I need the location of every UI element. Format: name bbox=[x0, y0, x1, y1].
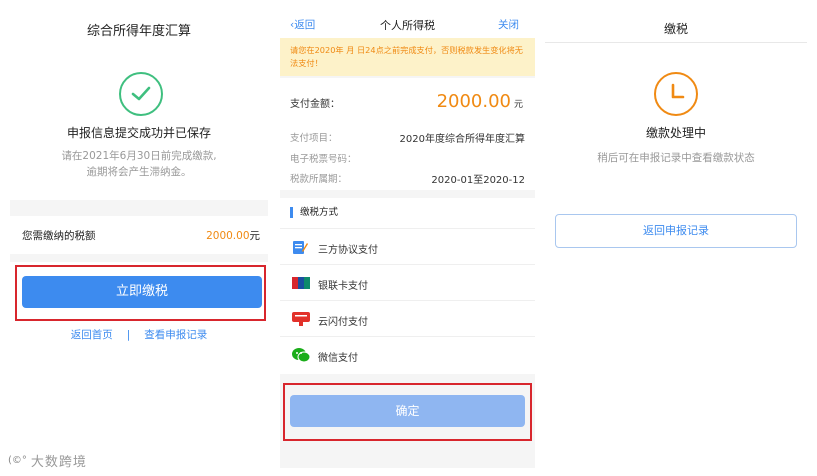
payment-screen: ‹返回 个人所得税 关闭 请您在2020年 月 日24点之前完成支付，否则税款发… bbox=[280, 0, 535, 468]
method-label: 微信支付 bbox=[318, 353, 358, 364]
status-text: 缴款处理中 bbox=[645, 126, 706, 140]
tax-amount-unit: 元 bbox=[249, 230, 261, 242]
payment-deadline-hint: 请在2021年6月30日前完成缴款, 逾期将会产生滞纳金。 bbox=[10, 148, 268, 180]
submit-success-screen: 综合所得年度汇算 申报信息提交成功并已保存 请在2021年6月30日前完成缴款,… bbox=[10, 0, 268, 468]
info-key: 电子税票号码： bbox=[290, 154, 357, 165]
nav-bar: ‹返回 个人所得税 关闭 bbox=[280, 0, 535, 40]
info-row: 电子税票号码： bbox=[290, 151, 525, 165]
info-value: 2020年度综合所得年度汇算 bbox=[399, 134, 525, 145]
success-check-icon bbox=[119, 72, 163, 116]
payment-processing-screen: 缴税 缴款处理中 稍后可在申报记录中查看缴款状态 返回申报记录 bbox=[545, 0, 807, 468]
quickpass-icon bbox=[292, 311, 310, 327]
page-title: 综合所得年度汇算 bbox=[86, 24, 191, 39]
info-key: 支付项目： bbox=[290, 133, 338, 144]
tax-amount-value: 2000.00 bbox=[206, 230, 250, 242]
tax-due-row: 您需缴纳的税额 2000.00元 bbox=[10, 216, 268, 254]
watermark: (©° 大数跨境 bbox=[8, 450, 87, 470]
info-row: 支付项目： 2020年度综合所得年度汇算 bbox=[290, 130, 525, 145]
method-label: 三方协议支付 bbox=[318, 245, 378, 256]
hint-line: 逾期将会产生滞纳金。 bbox=[86, 166, 192, 178]
nav-title: 个人所得税 bbox=[380, 19, 435, 32]
payment-amount-unit: 元 bbox=[513, 100, 523, 110]
view-records-link[interactable]: 查看申报记录 bbox=[144, 329, 207, 341]
tax-due-amount: 2000.00元 bbox=[206, 228, 260, 243]
back-to-records-button[interactable]: 返回申报记录 bbox=[555, 214, 797, 248]
payment-info: 支付项目： 2020年度综合所得年度汇算 电子税票号码： 税款所属期： 2020… bbox=[280, 124, 535, 190]
payment-methods: 缴税方式 三方协议支付 银联卡支付 云闪付支付 微信支付 bbox=[280, 198, 535, 374]
method-agreement[interactable]: 三方协议支付 bbox=[280, 228, 535, 264]
method-label: 银联卡支付 bbox=[318, 281, 368, 292]
highlight-box bbox=[283, 383, 532, 441]
payment-amount-row: 支付金额： 2000.00 元 bbox=[280, 78, 535, 124]
success-message: 申报信息提交成功并已保存 bbox=[66, 126, 211, 140]
return-home-link[interactable]: 返回首页 bbox=[71, 329, 113, 341]
divider bbox=[545, 42, 807, 43]
tax-due-label: 您需缴纳的税额 bbox=[22, 230, 96, 242]
agreement-icon bbox=[292, 239, 308, 255]
watermark-logo-icon: (©° bbox=[8, 454, 27, 466]
close-button[interactable]: 关闭 bbox=[498, 17, 519, 32]
link-separator: | bbox=[126, 329, 131, 341]
info-value: 2020-01至2020-12 bbox=[431, 175, 525, 186]
payment-amount-label: 支付金额： bbox=[290, 99, 340, 110]
status-hint: 稍后可在申报记录中查看缴款状态 bbox=[597, 152, 755, 164]
watermark-text: 大数跨境 bbox=[30, 454, 87, 470]
payment-amount-value: 2000.00 bbox=[436, 91, 511, 112]
hint-line: 请在2021年6月30日前完成缴款, bbox=[61, 150, 217, 162]
highlight-box bbox=[15, 265, 266, 321]
info-row: 税款所属期： 2020-01至2020-12 bbox=[290, 171, 525, 186]
success-header: 综合所得年度汇算 申报信息提交成功并已保存 请在2021年6月30日前完成缴款,… bbox=[10, 0, 268, 200]
payment-warning: 请您在2020年 月 日24点之前完成支付，否则税款发生变化将无法支付！ bbox=[280, 38, 535, 76]
wechat-icon bbox=[292, 347, 311, 363]
page-title: 缴税 bbox=[663, 22, 688, 36]
method-wechat[interactable]: 微信支付 bbox=[280, 336, 535, 372]
clock-icon bbox=[654, 72, 698, 116]
footer-links: 返回首页 | 查看申报记录 bbox=[10, 327, 268, 342]
methods-header: 缴税方式 bbox=[290, 207, 338, 218]
method-label: 云闪付支付 bbox=[318, 317, 368, 328]
method-quickpass[interactable]: 云闪付支付 bbox=[280, 300, 535, 336]
method-unionpay[interactable]: 银联卡支付 bbox=[280, 264, 535, 300]
unionpay-icon bbox=[292, 275, 310, 291]
info-key: 税款所属期： bbox=[290, 174, 348, 185]
